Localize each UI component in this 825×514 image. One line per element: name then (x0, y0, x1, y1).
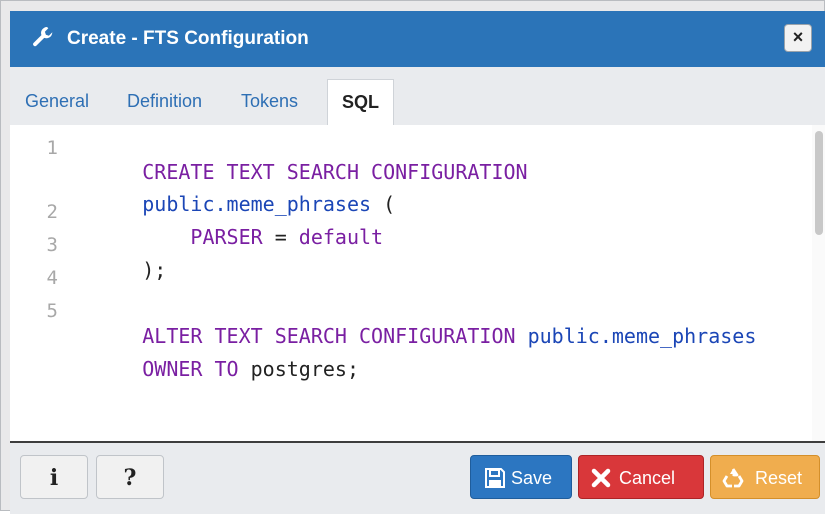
dialog-footer: i ? Save Cancel Reset (10, 441, 825, 514)
line-number: 4 (46, 267, 58, 289)
save-button[interactable]: Save (470, 455, 572, 499)
sql-code-editor[interactable]: 1 2 3 4 5 CREATE TEXT SEARCH CONFIGURATI… (10, 125, 825, 441)
sql-identifier: public.meme_phrases (527, 324, 757, 348)
scrollbar-thumb[interactable] (815, 131, 823, 235)
line-number: 2 (46, 201, 58, 223)
reset-button[interactable]: Reset (710, 455, 820, 499)
vertical-scrollbar[interactable] (812, 125, 825, 441)
tab-bar: General Definition Tokens SQL (10, 67, 825, 126)
help-icon: ? (123, 465, 137, 491)
close-icon (591, 468, 611, 488)
cancel-label: Cancel (619, 468, 676, 488)
help-button[interactable]: ? (96, 455, 164, 499)
close-button[interactable]: × (784, 24, 812, 52)
tab-definition[interactable]: Definition (127, 91, 202, 112)
line-number: 5 (46, 300, 58, 322)
save-label: Save (511, 468, 553, 488)
sql-keyword: PARSER (190, 225, 263, 249)
create-fts-configuration-dialog: Create - FTS Configuration × General Def… (0, 0, 825, 514)
reset-label: Reset (755, 468, 803, 488)
recycle-icon (722, 468, 744, 488)
tab-general[interactable]: General (25, 91, 89, 112)
info-button[interactable]: i (20, 455, 88, 499)
tab-sql[interactable]: SQL (327, 79, 395, 125)
dialog-titlebar[interactable]: Create - FTS Configuration × (10, 11, 825, 67)
cancel-button[interactable]: Cancel (578, 455, 704, 499)
sql-keyword: default (298, 225, 384, 249)
dialog-title: Create - FTS Configuration (67, 28, 309, 49)
close-icon: × (792, 27, 804, 47)
code-line: ); (142, 258, 167, 282)
floppy-disk-icon (485, 468, 505, 488)
code-line: OWNER TO postgres; (142, 357, 359, 381)
line-number: 3 (46, 234, 58, 256)
line-number: 1 (46, 137, 58, 159)
sql-keyword: OWNER TO (142, 357, 239, 381)
info-icon: i (49, 465, 59, 491)
line-number-gutter: 1 2 3 4 5 (10, 125, 60, 441)
wrench-icon (33, 27, 53, 47)
tab-tokens[interactable]: Tokens (241, 91, 298, 112)
